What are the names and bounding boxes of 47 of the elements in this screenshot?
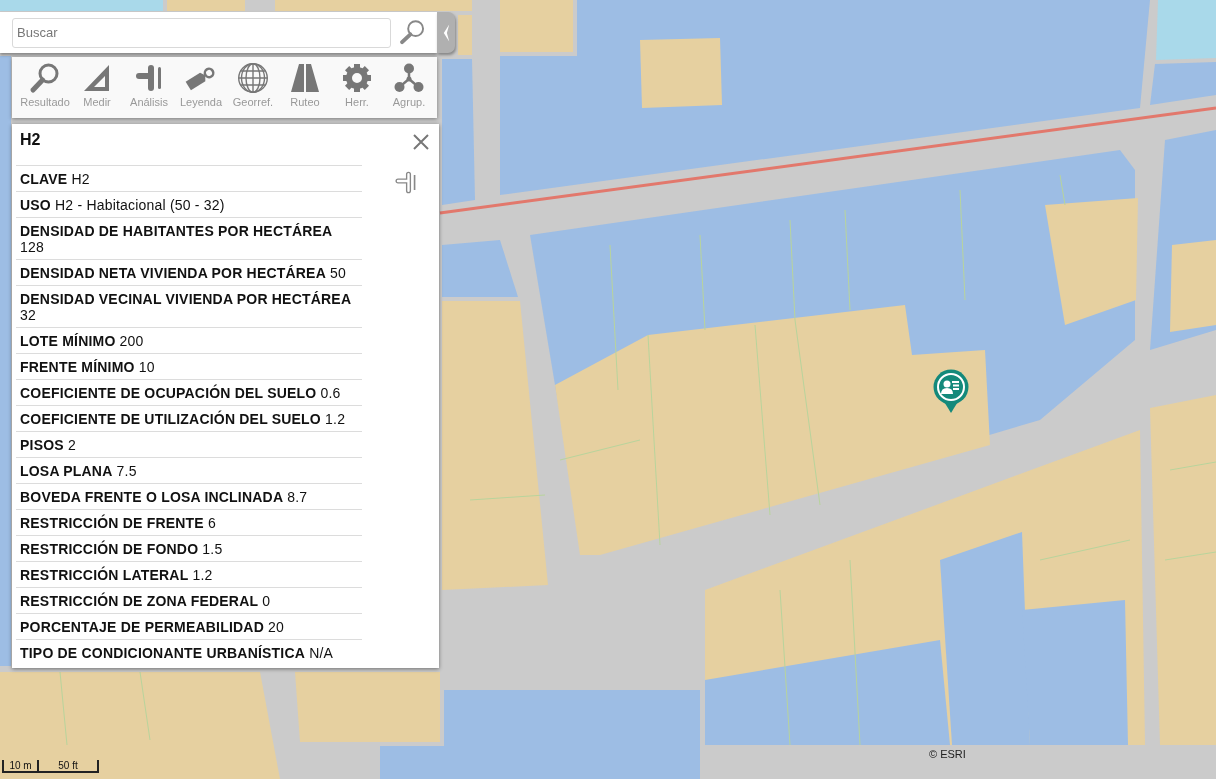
attribute-row: COEFICIENTE DE UTILIZACIÓN DEL SUELO 1.2: [16, 405, 362, 431]
attribute-row: TIPO DE CONDICIONANTE URBANÍSTICA N/A: [16, 639, 362, 665]
parcel-boundary-line: [1169, 461, 1216, 471]
attribute-row: RESTRICCIÓN DE FRENTE 6: [16, 509, 362, 535]
toolbar-button[interactable]: Herr.: [331, 57, 383, 118]
land-parcel: [458, 15, 472, 55]
toolbar-button[interactable]: Agrup.: [383, 57, 435, 118]
gear-icon: [341, 62, 373, 94]
network-icon: [393, 62, 425, 94]
toolbar-button[interactable]: Ruteo: [279, 57, 331, 118]
attribute-row: DENSIDAD DE HABITANTES POR HECTÁREA 128: [16, 217, 362, 259]
parcel-boundary-line: [1164, 551, 1216, 561]
toolbar-button[interactable]: Georref.: [227, 57, 279, 118]
close-icon: [412, 133, 430, 151]
scale-segment: 50 ft: [39, 760, 99, 773]
scale-segment: 10 m: [2, 760, 39, 773]
toolbar-button[interactable]: Leyenda: [175, 57, 227, 118]
attribute-row: CLAVE H2: [16, 165, 362, 191]
attribute-row: PISOS 2: [16, 431, 362, 457]
close-button[interactable]: [412, 133, 430, 151]
search-field[interactable]: Buscar: [12, 17, 391, 48]
parcel-boundary-line: [139, 671, 151, 741]
map-pin-icon[interactable]: [932, 369, 970, 413]
collapse-handle[interactable]: [437, 12, 455, 53]
magnifier-icon: [29, 62, 61, 94]
globe-icon: [237, 62, 269, 94]
parcel-boundary-line: [1059, 174, 1066, 206]
road-icon: [289, 62, 321, 94]
attribute-row: DENSIDAD NETA VIVIENDA POR HECTÁREA 50: [16, 259, 362, 285]
toolbar-button[interactable]: Resultado: [19, 57, 71, 118]
attribute-row: BOVEDA FRENTE O LOSA INCLINADA 8.7: [16, 483, 362, 509]
attribution-text: © ESRI: [929, 748, 966, 760]
attribute-row: LOTE MÍNIMO 200: [16, 327, 362, 353]
attribute-row: PORCENTAJE DE PERMEABILIDAD 20: [16, 613, 362, 639]
attribute-row: FRENTE MÍNIMO 10: [16, 353, 362, 379]
toolbar-button[interactable]: Análisis: [123, 57, 175, 118]
search-icon: [399, 18, 427, 47]
land-parcel: [1156, 0, 1216, 60]
panel-title: H2: [19, 130, 41, 150]
attribute-row: LOSA PLANA 7.5: [16, 457, 362, 483]
toolbar-button[interactable]: Medir: [71, 57, 123, 118]
attribute-row: RESTRICCIÓN LATERAL 1.2: [16, 561, 362, 587]
attribute-row: USO H2 - Habitacional (50 - 32): [16, 191, 362, 217]
attribute-row: COEFICIENTE DE OCUPACIÓN DEL SUELO 0.6: [16, 379, 362, 405]
attribute-row: DENSIDAD VECINAL VIVIENDA POR HECTÁREA 32: [16, 285, 362, 327]
attribute-row: RESTRICCIÓN DE ZONA FEDERAL 0: [16, 587, 362, 613]
attribute-row: RESTRICCIÓN DE FONDO 1.5: [16, 535, 362, 561]
